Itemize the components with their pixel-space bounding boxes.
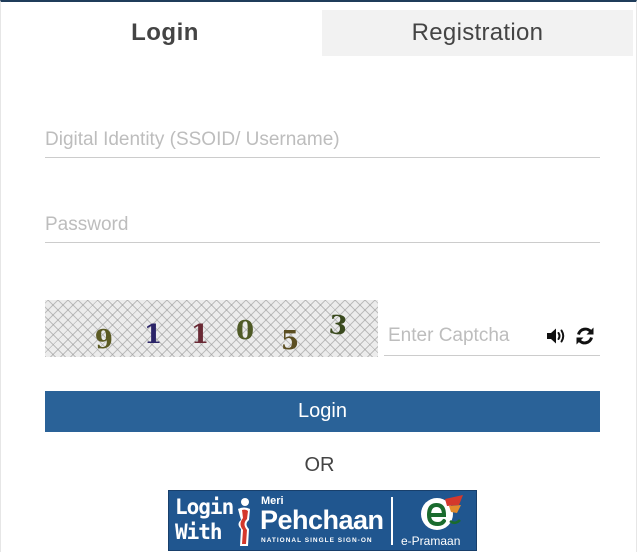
e-pramaan-logo-icon bbox=[421, 495, 463, 530]
tab-bar: Login Registration bbox=[9, 10, 633, 56]
e-pramaan-text: e-Pramaan bbox=[401, 534, 461, 548]
username-field-wrapper bbox=[45, 118, 600, 158]
captcha-digit: 9 bbox=[93, 324, 115, 356]
login-button[interactable]: Login bbox=[45, 391, 600, 432]
captcha-image: 9 1 1 0 5 3 bbox=[45, 300, 378, 357]
captcha-digit: 1 bbox=[144, 320, 163, 350]
captcha-digit: 1 bbox=[191, 320, 210, 350]
mp-with-text: With bbox=[175, 520, 223, 544]
captcha-digit: 3 bbox=[327, 310, 349, 342]
meri-pehchaan-login-button[interactable]: Login With Meri Pehchaan NATIONAL SINGLE… bbox=[168, 490, 477, 551]
password-field-wrapper bbox=[45, 203, 600, 243]
captcha-input[interactable] bbox=[388, 316, 540, 355]
mp-tagline: NATIONAL SINGLE SIGN-ON bbox=[261, 537, 373, 544]
login-panel: Login Registration 9 1 1 0 5 3 bbox=[0, 0, 637, 552]
captcha-digit: 0 bbox=[236, 316, 255, 346]
mp-pehchaan-text: Pehchaan bbox=[260, 505, 384, 535]
mp-login-text: Login bbox=[175, 495, 234, 519]
refresh-icon[interactable] bbox=[574, 325, 596, 347]
tab-registration[interactable]: Registration bbox=[322, 10, 633, 56]
or-separator: OR bbox=[304, 454, 335, 476]
captcha-digit: 5 bbox=[281, 326, 300, 356]
password-input[interactable] bbox=[45, 203, 600, 242]
meri-pehchaan-figure-icon bbox=[238, 498, 250, 546]
speaker-icon[interactable] bbox=[545, 325, 567, 347]
captcha-field-wrapper bbox=[384, 316, 600, 356]
username-input[interactable] bbox=[45, 118, 600, 157]
tab-login[interactable]: Login bbox=[9, 10, 321, 56]
mp-divider bbox=[391, 497, 393, 545]
